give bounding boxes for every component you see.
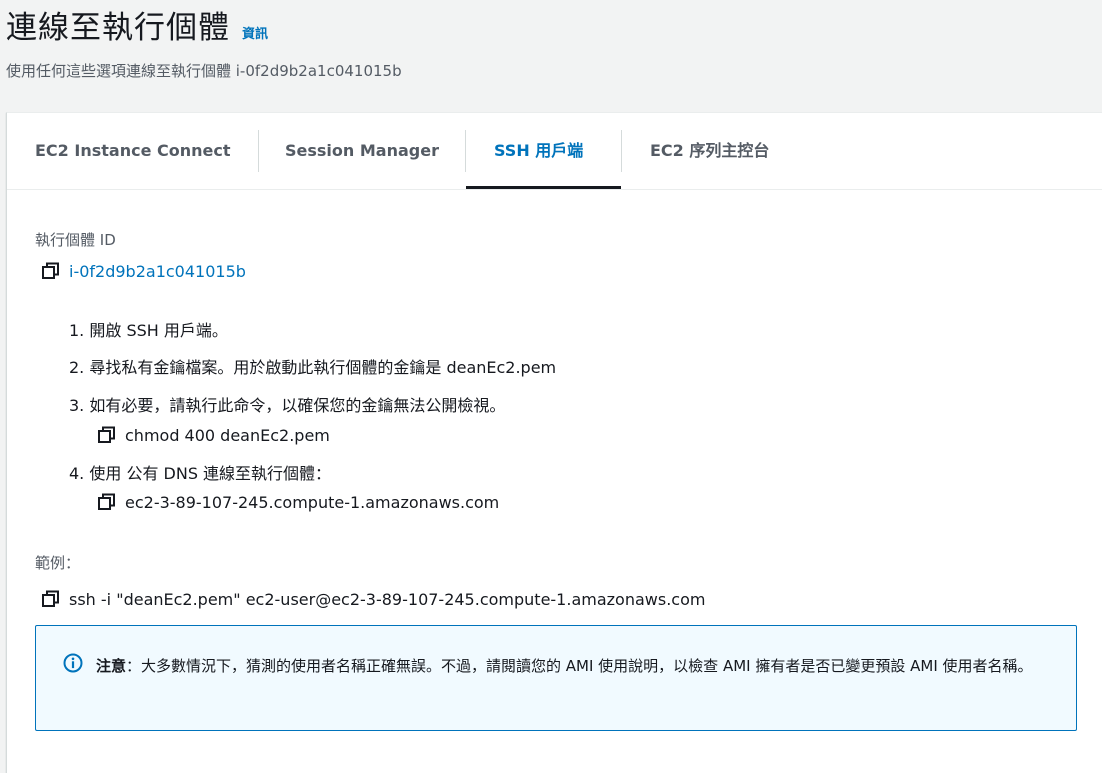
instance-id-label: 執行個體 ID xyxy=(35,231,116,249)
chmod-command-row: chmod 400 deanEc2.pem xyxy=(97,425,330,445)
active-tab-indicator xyxy=(466,186,621,189)
page-title: 連線至執行個體 xyxy=(6,10,230,46)
example-command-row: ssh -i "deanEc2.pem" ec2-user@ec2-3-89-1… xyxy=(41,589,705,609)
step-2: 2. 尋找私有金鑰檔案。用於啟動此執行個體的金鑰是 deanEc2.pem xyxy=(69,358,557,377)
tab-ssh-client[interactable]: SSH 用戶端 xyxy=(494,113,583,189)
info-link[interactable]: 資訊 xyxy=(242,23,268,42)
public-dns: ec2-3-89-107-245.compute-1.amazonaws.com xyxy=(125,492,500,512)
step-3: 3. 如有必要，請執行此命令，以確保您的金鑰無法公開檢視。 xyxy=(69,396,506,415)
chmod-command: chmod 400 deanEc2.pem xyxy=(125,425,330,445)
copy-icon[interactable] xyxy=(41,261,61,281)
copy-icon[interactable] xyxy=(41,589,61,609)
page-header: 連線至執行個體 資訊 使用任何這些選項連線至執行個體 i-0f2d9b2a1c0… xyxy=(0,0,1102,112)
note-title: 注意 xyxy=(96,657,127,675)
tab-divider xyxy=(621,130,622,172)
copy-icon[interactable] xyxy=(97,492,117,512)
note-body: ：大多數情況下，猜測的使用者名稱正確無誤。不過，請閱讀您的 AMI 使用說明，以… xyxy=(126,657,1033,675)
tab-ec2-instance-connect[interactable]: EC2 Instance Connect xyxy=(35,113,230,189)
note-alert: 注意：大多數情況下，猜測的使用者名稱正確無誤。不過，請閱讀您的 AMI 使用說明… xyxy=(35,625,1077,731)
instance-id-link[interactable]: i-0f2d9b2a1c041015b xyxy=(69,262,246,281)
example-command: ssh -i "deanEc2.pem" ec2-user@ec2-3-89-1… xyxy=(69,589,706,609)
step-4: 4. 使用 公有 DNS 連線至執行個體： xyxy=(69,464,332,483)
tab-session-manager[interactable]: Session Manager xyxy=(285,113,439,189)
page-subtitle: 使用任何這些選項連線至執行個體 i-0f2d9b2a1c041015b xyxy=(6,62,402,80)
tab-divider xyxy=(465,130,466,172)
tab-bar: EC2 Instance Connect Session Manager SSH… xyxy=(7,113,1102,190)
note-text: 注意：大多數情況下，猜測的使用者名稱正確無誤。不過，請閱讀您的 AMI 使用說明… xyxy=(96,651,1056,681)
tab-ec2-serial-console[interactable]: EC2 序列主控台 xyxy=(650,113,769,189)
connect-panel: EC2 Instance Connect Session Manager SSH… xyxy=(6,112,1102,773)
step-1: 1. 開啟 SSH 用戶端。 xyxy=(69,321,228,340)
instance-id-row: i-0f2d9b2a1c041015b xyxy=(41,261,246,281)
tab-divider xyxy=(258,130,259,172)
title-row: 連線至執行個體 資訊 xyxy=(6,2,268,47)
info-icon xyxy=(63,653,83,673)
public-dns-row: ec2-3-89-107-245.compute-1.amazonaws.com xyxy=(97,492,499,512)
copy-icon[interactable] xyxy=(97,425,117,445)
example-label: 範例： xyxy=(35,554,81,572)
